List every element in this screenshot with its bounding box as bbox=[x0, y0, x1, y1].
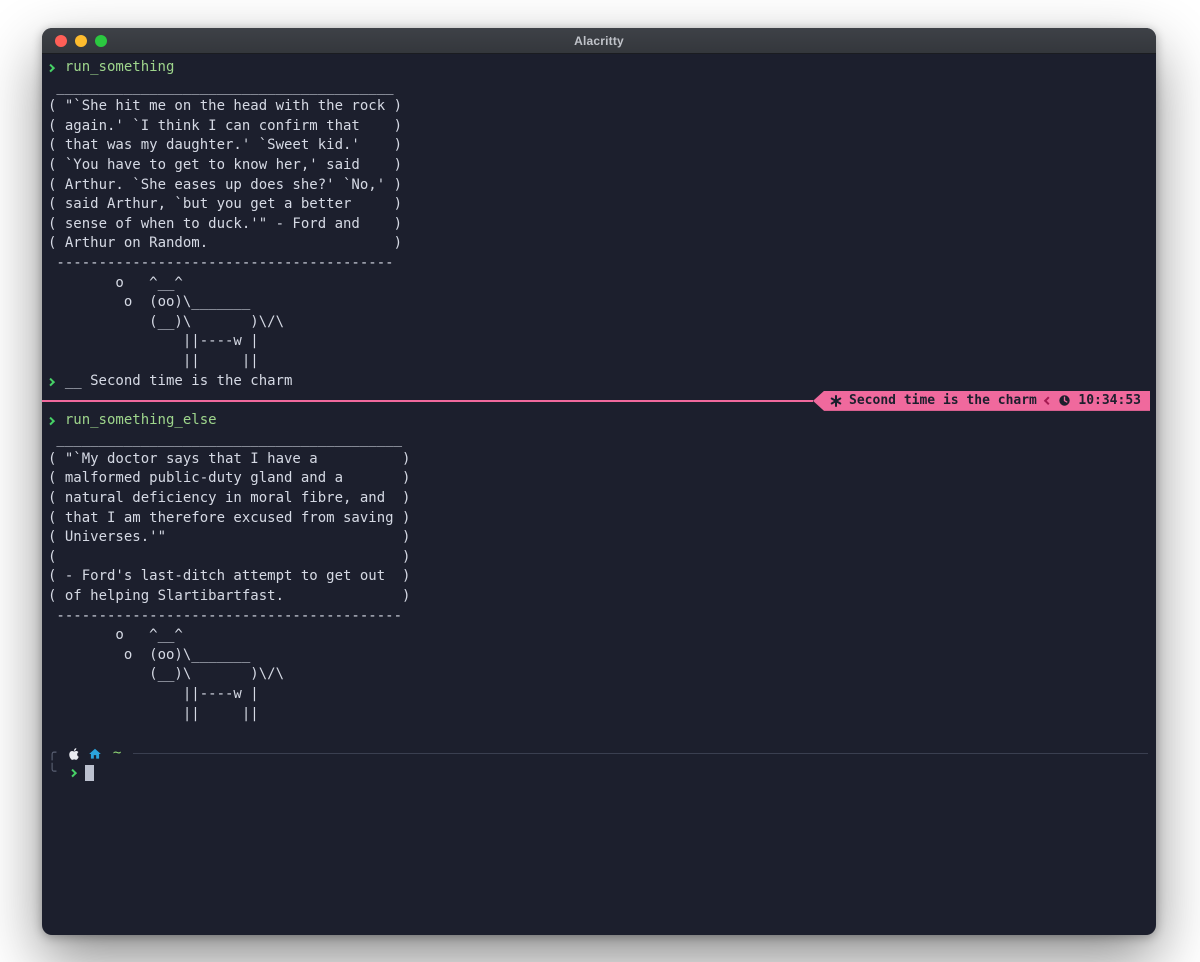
terminal-text-line: o (oo)\_______ bbox=[48, 294, 251, 311]
terminal-text-line: ( that I am therefore excused from savin… bbox=[48, 509, 411, 526]
terminal-text-line: o (oo)\_______ bbox=[48, 646, 251, 663]
terminal-text-line: ----------------------------------------… bbox=[48, 607, 403, 624]
terminal-window: Alacritty run_something ________________… bbox=[42, 28, 1156, 935]
terminal-text-line: ( natural deficiency in moral fibre, and… bbox=[48, 490, 411, 507]
home-icon bbox=[89, 748, 101, 759]
clock-icon bbox=[1059, 395, 1071, 407]
apple-icon bbox=[69, 747, 79, 760]
chevron-left-icon bbox=[1043, 397, 1052, 405]
status-separator: Second time is the charm 10:34:53 bbox=[42, 390, 1150, 411]
zoom-button[interactable] bbox=[95, 34, 107, 47]
terminal-text-line: ________________________________________… bbox=[48, 431, 403, 448]
terminal-text-line: ( sense of when to duck.'" - Ford and ) bbox=[48, 215, 403, 232]
command-text: run_something_else bbox=[64, 411, 217, 428]
close-button[interactable] bbox=[55, 34, 67, 47]
terminal-text-line: ________________________________________ bbox=[48, 78, 394, 95]
terminal-text-line: ( - Ford's last-ditch attempt to get out… bbox=[48, 568, 411, 585]
terminal-text-line: o ^__^ bbox=[48, 274, 183, 291]
terminal-text-line: ( said Arthur, `but you get a better ) bbox=[48, 196, 403, 213]
terminal-text-line: ( "`My doctor says that I have a ) bbox=[48, 450, 411, 467]
current-directory: ~ bbox=[112, 744, 122, 761]
terminal-text-line: ( "`She hit me on the head with the rock… bbox=[48, 98, 403, 115]
terminal-text-line: ||----w | bbox=[48, 686, 259, 702]
terminal-command-line: run_something bbox=[46, 58, 1150, 78]
terminal-text-line: ( that was my daughter.' `Sweet kid.' ) bbox=[48, 137, 403, 154]
terminal-text-line: || || bbox=[48, 352, 259, 369]
prompt-line-top: ╭ ~ bbox=[48, 744, 1150, 764]
terminal-text-line: ( Universes.'" ) bbox=[48, 529, 411, 546]
terminal-text-line: ( malformed public-duty gland and a ) bbox=[48, 470, 411, 487]
command-text: run_something bbox=[64, 59, 175, 75]
prompt-bracket-top: ╭ bbox=[48, 744, 65, 761]
terminal-text-line: ( again.' `I think I can confirm that ) bbox=[48, 117, 403, 134]
traffic-lights bbox=[55, 28, 107, 53]
terminal-text-line: ( of helping Slartibartfast. ) bbox=[48, 588, 411, 605]
asterisk-icon bbox=[830, 394, 842, 407]
window-title: Alacritty bbox=[574, 33, 624, 48]
prompt-arrow-icon bbox=[68, 769, 77, 778]
terminal-text-line: || || bbox=[48, 705, 259, 722]
prompt-arrow-icon bbox=[46, 377, 65, 386]
badge-label: Second time is the charm bbox=[849, 393, 1037, 409]
command-text: __ Second time is the charm bbox=[64, 372, 293, 389]
terminal-text-line: ||----w | bbox=[48, 333, 259, 350]
terminal-text-line: o ^__^ bbox=[48, 627, 183, 644]
titlebar[interactable]: Alacritty bbox=[42, 28, 1156, 54]
status-badge: Second time is the charm 10:34:53 bbox=[813, 390, 1150, 411]
terminal-command-line: run_something_else bbox=[46, 411, 1150, 431]
terminal-text-line: ( `You have to get to know her,' said ) bbox=[48, 156, 403, 173]
separator-line bbox=[42, 399, 814, 402]
prompt-bracket-bottom: ╰ bbox=[48, 764, 65, 781]
terminal-text-line: ( Arthur. `She eases up does she?' `No,'… bbox=[48, 176, 403, 193]
prompt-arrow-icon bbox=[46, 63, 65, 72]
text-cursor bbox=[85, 765, 94, 782]
terminal-text-line: ( Arthur on Random. ) bbox=[48, 235, 403, 252]
terminal-command-line: __ Second time is the charm bbox=[46, 372, 1150, 392]
terminal-text-line: ( ) bbox=[48, 548, 411, 565]
badge-time: 10:34:53 bbox=[1078, 393, 1141, 409]
terminal-text-line: (__)\ )\/\ bbox=[48, 666, 285, 683]
prompt-line-bottom: ╰ bbox=[48, 763, 1150, 783]
terminal-text-line: (__)\ )\/\ bbox=[48, 313, 285, 330]
prompt-arrow-icon bbox=[46, 416, 65, 425]
prompt-rule bbox=[133, 753, 1148, 755]
terminal-text-line: ---------------------------------------- bbox=[48, 254, 394, 271]
terminal-screen[interactable]: run_something __________________________… bbox=[42, 54, 1156, 935]
minimize-button[interactable] bbox=[75, 34, 87, 47]
